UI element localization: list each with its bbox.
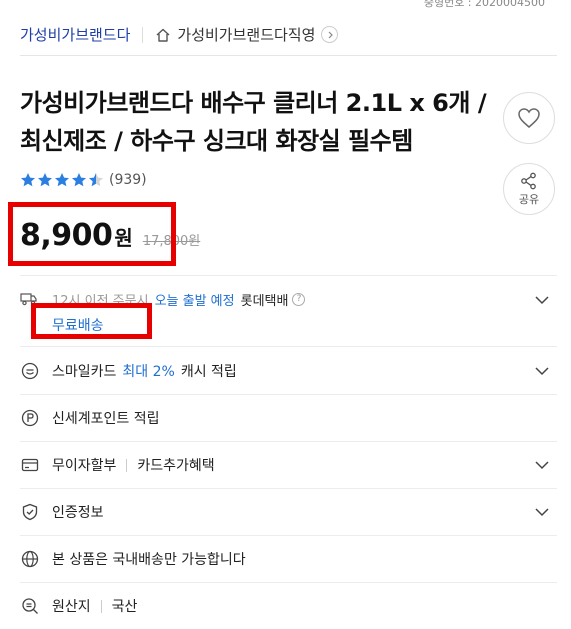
star-icon [21,173,35,187]
shield-icon [20,502,40,522]
like-button[interactable] [503,92,555,144]
certification-label: 인증정보 [52,505,104,521]
brand-separator [142,26,144,43]
star-icon [55,173,69,187]
installment-label: 무이자할부 [52,458,117,474]
brand-navigation: 가성비가브랜드다 가성비가브랜드다직영 [20,14,557,56]
card-benefit-label: 카드추가혜택 [137,458,215,474]
help-icon[interactable]: ? [292,292,306,306]
brand-link[interactable]: 가성비가브랜드다 [20,24,130,45]
card-icon [20,455,40,475]
installment-row[interactable]: 무이자할부 카드추가혜택 [20,442,557,488]
share-label: 공유 [518,192,540,206]
smile-card-row[interactable]: 스마일카드 최대 2% 캐시 적립 [20,347,557,394]
origin-label: 원산지 [52,599,91,615]
courier-name: 롯데택배 [240,293,289,309]
home-icon [155,27,171,43]
chevron-down-icon[interactable] [533,456,551,474]
star-icon [72,173,86,187]
share-icon [521,172,536,189]
shipping-eta: 오늘 출발 예정 [154,293,235,309]
smile-card-label: 스마일카드 [52,363,117,380]
separator [126,458,128,472]
origin-value: 국산 [111,599,138,615]
share-button[interactable]: 공유 [503,163,555,215]
chevron-down-icon[interactable] [533,291,551,309]
top-cut-text: 중형번호 : 2020004500 [423,0,545,9]
domestic-shipping-label: 본 상품은 국내배송만 가능합니다 [52,552,246,568]
smile-card-suffix: 캐시 적립 [180,363,237,380]
smile-icon [20,361,40,381]
star-icon [89,173,103,187]
star-icon [38,173,52,187]
separator [100,599,102,613]
rating[interactable]: (939) [20,172,147,188]
shinsegae-point-row[interactable]: 신세계포인트 적립 [20,395,557,441]
star-rating [20,172,105,188]
highlight-box [31,303,152,339]
domestic-shipping-row: 본 상품은 국내배송만 가능합니다 [20,536,557,582]
chevron-down-icon[interactable] [533,362,551,380]
divider [20,275,557,276]
certification-row[interactable]: 인증정보 [20,489,557,535]
point-icon [20,408,40,428]
product-title: 가성비가브랜드다 배수구 클리너 2.1L x 6개 / 최신제조 / 하수구 … [20,89,487,155]
chevron-down-icon[interactable] [533,503,551,521]
chevron-right-icon[interactable] [321,26,339,43]
globe-icon [20,549,40,569]
origin-row: 원산지 국산 [20,583,557,629]
smile-card-rate: 최대 2% [122,363,175,380]
shinsegae-point-label: 신세계포인트 적립 [52,411,160,427]
store-link[interactable]: 가성비가브랜드다직영 [177,24,315,45]
review-count[interactable]: (939) [109,172,147,188]
heart-icon [518,108,540,128]
highlight-box [8,202,176,266]
search-icon [20,596,40,616]
